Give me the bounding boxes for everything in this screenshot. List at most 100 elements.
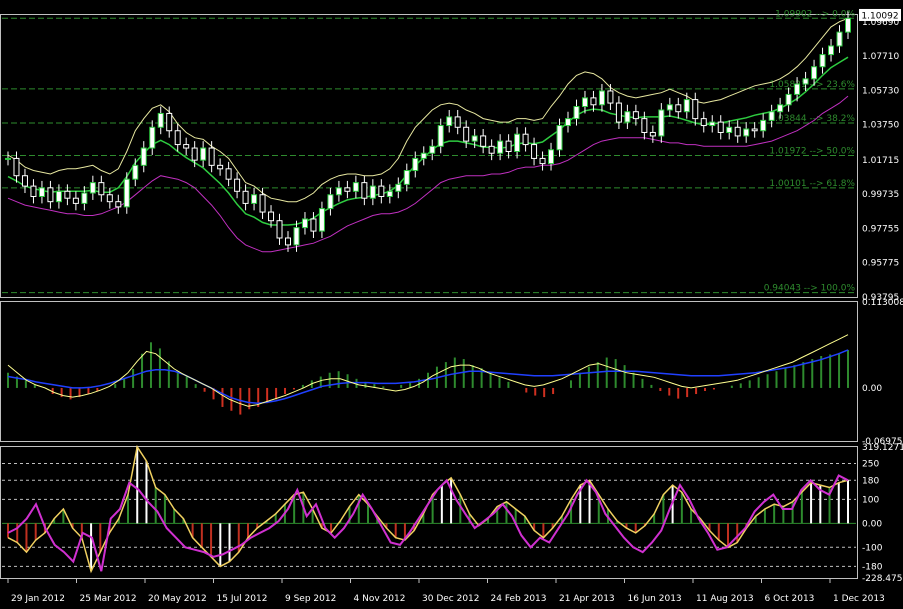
candle-body [251, 194, 258, 204]
candle-body [615, 102, 622, 123]
candle-body [666, 104, 673, 111]
x-axis-label: 25 Mar 2012 [80, 594, 137, 604]
candle-body [395, 183, 402, 192]
candle-body [361, 182, 368, 199]
candle-body [259, 194, 266, 213]
candle-body [106, 194, 113, 203]
macd-y-tick: 0.00 [862, 384, 882, 394]
cci-y-tick: 319.1271 [862, 443, 903, 453]
candle-body [327, 194, 334, 210]
cci-y-tick: 100 [862, 495, 879, 505]
candle-body [183, 144, 190, 149]
candle-body [21, 175, 28, 187]
x-axis-label: 4 Nov 2012 [354, 594, 406, 604]
x-axis-label: 30 Dec 2012 [422, 594, 480, 604]
candle-body [352, 182, 359, 192]
candle-body [310, 218, 317, 232]
bollinger-mid [7, 56, 849, 226]
candle-body [649, 131, 656, 137]
candle-body [531, 144, 538, 159]
price-y-tick: 1.07710 [862, 52, 899, 62]
cci-line [7, 444, 849, 574]
fib-label: 0.94043 --> 100.0% [764, 284, 856, 294]
candle-body [828, 45, 835, 56]
macd-panel [7, 334, 849, 415]
candle-body [403, 170, 410, 185]
candle-body [276, 220, 283, 239]
candle-body [149, 126, 156, 149]
candle-body [581, 97, 588, 108]
candle-body [318, 208, 325, 232]
candle-body [420, 152, 427, 159]
candle-body [369, 185, 376, 199]
candle-body [200, 147, 207, 161]
candle-body [191, 147, 198, 161]
candle-body [768, 111, 775, 121]
candle-body [38, 187, 45, 197]
x-axis-label: 15 Jul 2012 [217, 594, 268, 604]
candle-body [497, 140, 504, 154]
candle-body [72, 197, 79, 204]
macd-y-tick: 0.113008 [862, 298, 903, 308]
x-axis-label: 9 Sep 2012 [285, 594, 336, 604]
candle-body [548, 149, 555, 165]
x-axis-label: 11 Aug 2013 [696, 594, 754, 604]
candle-body [717, 121, 724, 133]
candle-body [836, 31, 843, 47]
candle-body [344, 187, 351, 192]
candle-body [590, 97, 597, 106]
candle-body [471, 135, 478, 142]
fib-label: 1.09902 --> 0.0% [775, 9, 855, 19]
candle-body [726, 126, 733, 133]
candle-body [98, 182, 105, 196]
candle-body [709, 121, 716, 127]
trading-chart: 1.09902 --> 0.0%1.05821 --> 23.6%1.03844… [0, 8, 903, 604]
fib-label: 1.01972 --> 50.0% [769, 146, 855, 156]
cci-y-tick: 250 [862, 460, 879, 470]
candle-body [437, 125, 444, 147]
candle-body [675, 104, 682, 113]
cci-y-tick: -228.475 [862, 574, 902, 584]
candle-body [234, 178, 241, 192]
cci-panel-frame [0, 446, 858, 579]
candle-body [157, 112, 164, 128]
fib-label: 1.03844 --> 38.2% [769, 114, 855, 124]
candle-body [692, 99, 699, 120]
cci-y-tick: -180 [862, 562, 883, 572]
x-axis-label: 29 Jan 2012 [11, 594, 65, 604]
candle-body [208, 147, 215, 166]
price-y-tick: 1.05730 [862, 86, 899, 96]
cci-y-tick: 180 [862, 476, 879, 486]
candle-body [785, 93, 792, 106]
candle-body [225, 168, 232, 180]
candle-body [565, 118, 571, 127]
candle-body [683, 99, 690, 113]
candle-body [5, 157, 11, 160]
candle-body [734, 126, 741, 137]
candle-body [811, 66, 818, 80]
candle-body [132, 164, 139, 180]
cci-y-tick: -100 [862, 543, 883, 553]
fib-label: 1.00101 --> 61.8% [769, 179, 855, 189]
candle-body [115, 201, 122, 208]
price-y-tick: 1.03750 [862, 121, 899, 131]
candle-body [598, 90, 605, 106]
axes: 1.100921.096901.077101.057301.037501.017… [7, 8, 903, 604]
candle-body [556, 125, 563, 151]
candle-body [285, 237, 291, 246]
x-axis-label: 6 Oct 2013 [765, 594, 815, 604]
candle-body [539, 157, 546, 165]
candle-body [412, 157, 419, 172]
candle-body [335, 187, 342, 196]
candle-body [751, 128, 758, 132]
candle-body [819, 54, 826, 68]
candle-body [641, 118, 648, 133]
candle-body [700, 118, 707, 127]
candle-body [301, 218, 308, 229]
candle-body [802, 78, 809, 85]
candle-body [55, 190, 62, 203]
x-axis-label: 1 Dec 2013 [833, 594, 885, 604]
candle-body [140, 147, 147, 166]
candle-body [446, 116, 453, 127]
candle-body [123, 178, 130, 208]
